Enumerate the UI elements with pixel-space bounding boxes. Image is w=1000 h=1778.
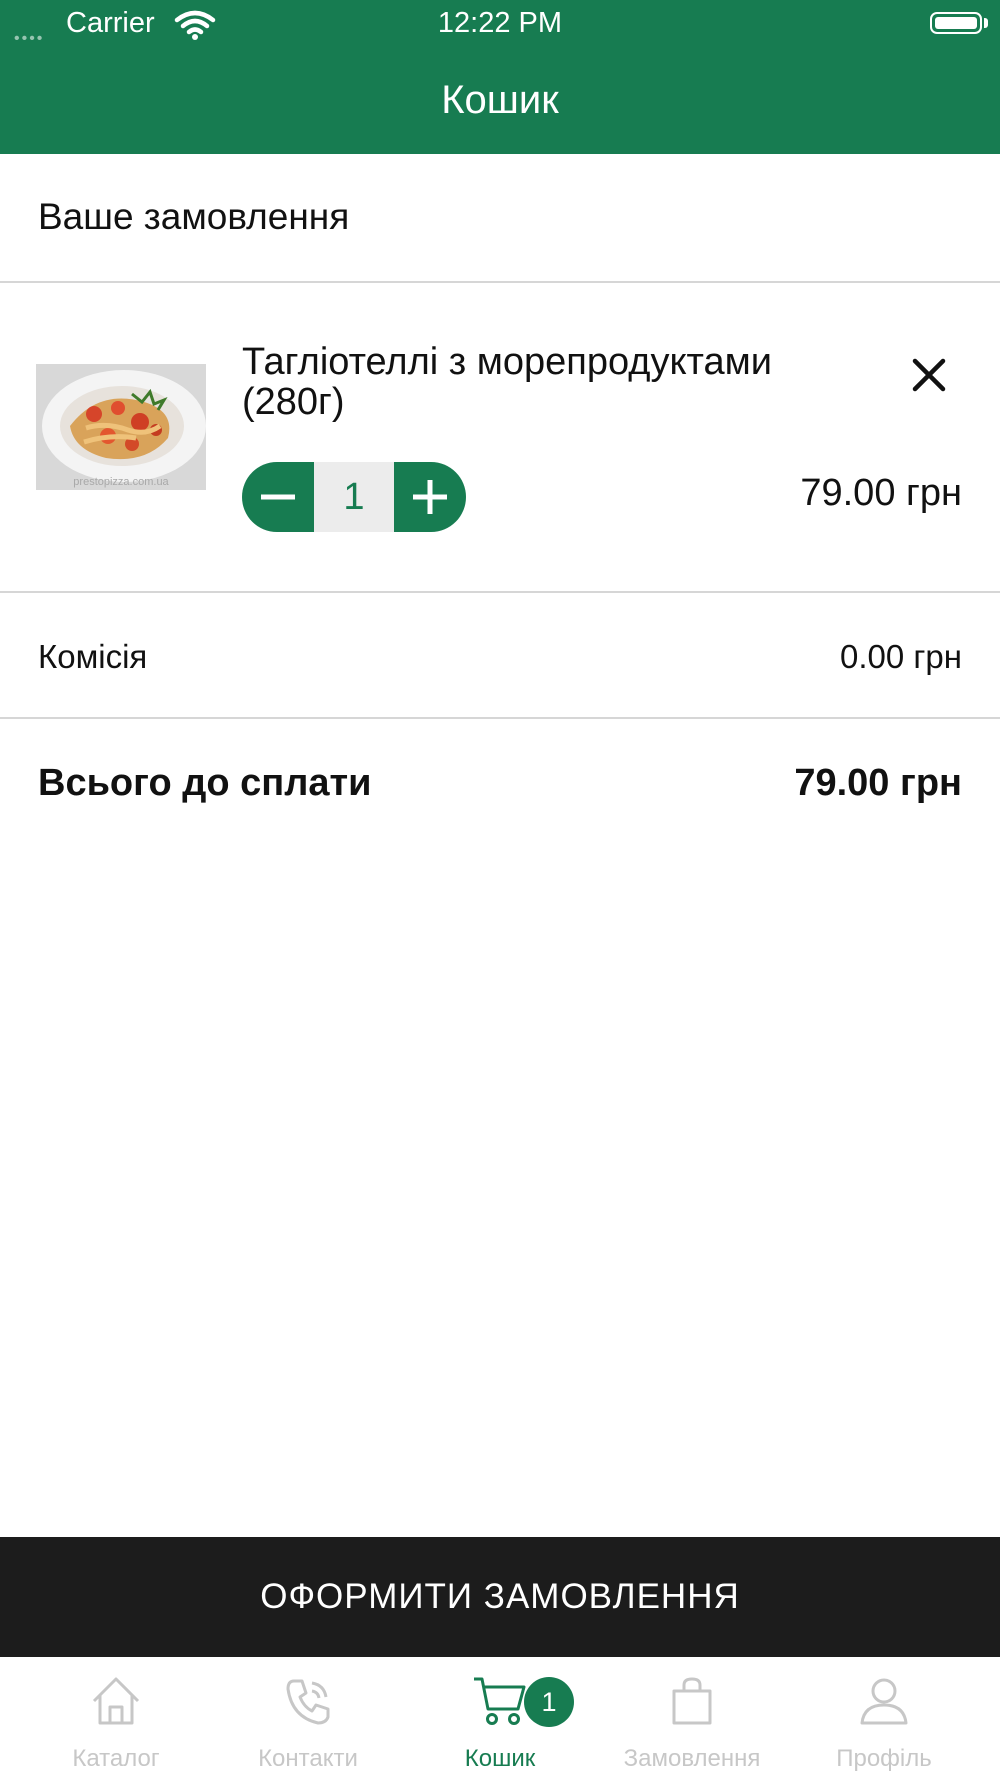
plus-icon — [413, 480, 447, 514]
commission-value: 0.00 грн — [839, 638, 962, 675]
tab-contacts[interactable]: Контакти — [208, 1657, 408, 1778]
close-icon — [912, 358, 946, 392]
clock: 12:22 PM — [437, 7, 563, 39]
divider — [0, 281, 1000, 283]
tab-label: Контакти — [258, 1745, 358, 1772]
minus-icon — [261, 494, 295, 500]
quantity-value: 1 — [314, 462, 394, 532]
status-bar: •••• Carrier 12:22 PM — [0, 0, 1000, 48]
page-title: Кошик — [441, 78, 559, 122]
phone-icon — [286, 1679, 330, 1725]
bag-icon — [672, 1677, 712, 1725]
item-price: 79.00 грн — [800, 472, 962, 514]
divider — [0, 717, 1000, 719]
commission-label: Комісія — [38, 638, 148, 675]
order-section-title: Ваше замовлення — [38, 196, 350, 237]
tab-label: Кошик — [464, 1745, 536, 1772]
tab-label: Профіль — [836, 1745, 932, 1772]
total-value: 79.00 грн — [794, 762, 962, 804]
tab-label: Каталог — [72, 1745, 160, 1772]
checkout-button[interactable]: ОФОРМИТИ ЗАМОВЛЕННЯ — [0, 1537, 1000, 1657]
item-image: prestopizza.com.ua — [36, 364, 206, 490]
home-icon — [92, 1677, 140, 1725]
app-header: •••• Carrier 12:22 PM Кошик — [0, 0, 1000, 154]
tab-orders[interactable]: Замовлення — [592, 1657, 792, 1778]
image-watermark: prestopizza.com.ua — [73, 476, 169, 488]
tab-label: Замовлення — [623, 1745, 761, 1772]
tab-cart[interactable]: Кошик — [400, 1657, 600, 1778]
quantity-stepper: 1 — [242, 462, 466, 532]
item-name: Тагліотеллі з морепродуктами (280г) — [242, 341, 772, 423]
cart-icon — [474, 1677, 526, 1725]
increase-quantity-button[interactable] — [394, 462, 466, 532]
divider — [0, 591, 1000, 593]
user-icon — [860, 1678, 908, 1725]
total-label: Всього до сплати — [38, 762, 372, 804]
battery-icon — [930, 12, 982, 34]
remove-item-button[interactable] — [906, 352, 952, 398]
tab-bar: Каталог Контакти Кошик 1 Замовлення Проф… — [0, 1657, 1000, 1778]
decrease-quantity-button[interactable] — [242, 462, 314, 532]
battery-tip — [984, 18, 988, 28]
cart-count-badge: 1 — [524, 1677, 574, 1727]
tab-catalog[interactable]: Каталог — [16, 1657, 216, 1778]
tab-profile[interactable]: Профіль — [784, 1657, 984, 1778]
